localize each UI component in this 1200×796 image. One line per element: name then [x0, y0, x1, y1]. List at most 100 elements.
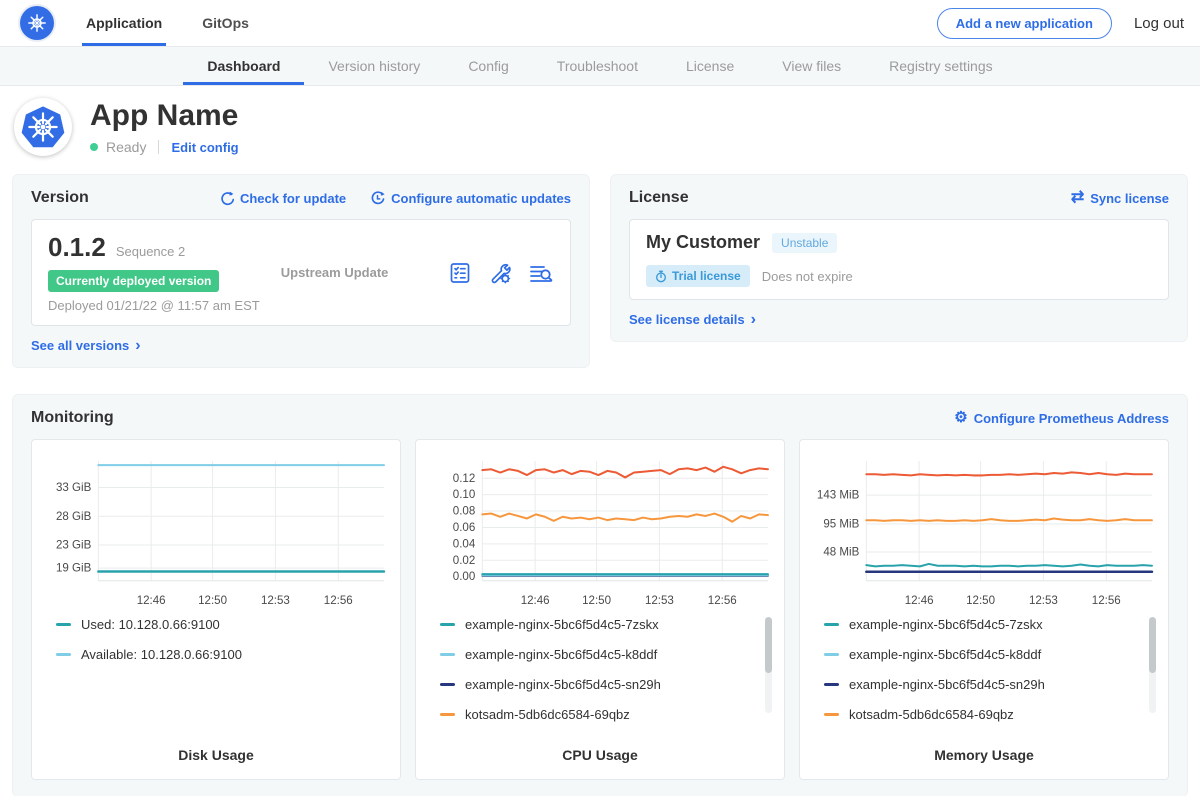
nav-tab-application[interactable]: Application — [82, 0, 166, 46]
legend-label: example-nginx-5bc6f5d4c5-k8ddf — [465, 647, 657, 662]
svg-text:12:50: 12:50 — [582, 595, 611, 607]
legend-color-dash — [440, 623, 455, 626]
svg-text:19 GiB: 19 GiB — [56, 563, 92, 575]
series-line — [866, 564, 1152, 566]
legend-color-dash — [824, 623, 839, 626]
legend-scrollbar-thumb[interactable] — [1149, 617, 1156, 673]
disk-usage-svg: 12:4612:5012:5312:5633 GiB28 GiB23 GiB19… — [40, 452, 392, 613]
cpu-usage-chart-card: 12:4612:5012:5312:560.120.100.080.060.04… — [415, 439, 785, 780]
stopwatch-icon — [655, 270, 667, 283]
legend-scrollbar-track[interactable] — [1149, 617, 1156, 713]
svg-text:0.02: 0.02 — [453, 555, 475, 567]
svg-text:12:53: 12:53 — [261, 595, 290, 607]
see-all-versions-row: See all versions › — [31, 338, 571, 353]
license-card-title: License — [629, 189, 689, 207]
svg-text:12:46: 12:46 — [905, 595, 934, 607]
preflight-checks-icon[interactable] — [448, 261, 472, 285]
app-header-text: App Name Ready Edit config — [90, 98, 239, 155]
memory-usage-legend: example-nginx-5bc6f5d4c5-7zskx example-ng… — [808, 613, 1160, 737]
kubernetes-logo-circle — [20, 6, 54, 40]
legend-label: example-nginx-5bc6f5d4c5-sn29h — [465, 677, 661, 692]
page-title: App Name — [90, 98, 239, 134]
legend-label: example-nginx-5bc6f5d4c5-7zskx — [465, 617, 659, 632]
tab-troubleshoot[interactable]: Troubleshoot — [533, 47, 662, 85]
legend-color-dash — [440, 683, 455, 686]
disk-usage-legend: Used: 10.128.0.66:9100 Available: 10.128.… — [40, 613, 392, 737]
logout-button[interactable]: Log out — [1134, 15, 1184, 32]
legend-item: kotsadm-5db6dc6584-69qbz — [824, 707, 1142, 722]
tab-view-files[interactable]: View files — [758, 47, 865, 85]
legend-scrollbar-track[interactable] — [765, 617, 772, 713]
cpu-usage-plot: 12:4612:5012:5312:560.120.100.080.060.04… — [424, 452, 776, 613]
legend-item: example-nginx-5bc6f5d4c5-sn29h — [440, 677, 758, 692]
legend-item: example-nginx-5bc6f5d4c5-7zskx — [824, 617, 1142, 632]
svg-text:12:46: 12:46 — [137, 595, 166, 607]
svg-text:95 MiB: 95 MiB — [823, 518, 859, 530]
configure-prometheus-label: Configure Prometheus Address — [974, 411, 1169, 426]
svg-text:0.12: 0.12 — [453, 473, 475, 485]
configure-prometheus-link[interactable]: ⚙ Configure Prometheus Address — [954, 411, 1169, 426]
edit-config-link[interactable]: Edit config — [171, 140, 238, 155]
kubernetes-logo[interactable] — [20, 0, 54, 46]
app-status-row: Ready Edit config — [90, 139, 239, 155]
trial-license-label: Trial license — [672, 269, 741, 283]
license-card: License ⇄ Sync license My Customer Unsta… — [610, 174, 1188, 342]
version-sequence: Sequence 2 — [116, 244, 185, 259]
tab-dashboard[interactable]: Dashboard — [183, 47, 304, 85]
svg-text:33 GiB: 33 GiB — [56, 482, 92, 494]
svg-text:0.04: 0.04 — [453, 538, 476, 550]
legend-color-dash — [824, 713, 839, 716]
nav-tab-gitops[interactable]: GitOps — [198, 0, 253, 46]
app-header: App Name Ready Edit config — [0, 86, 1200, 166]
version-card-title: Version — [31, 189, 89, 207]
version-card: Version Check for update — [12, 174, 590, 368]
configure-automatic-updates-link[interactable]: Configure automatic updates — [370, 191, 571, 206]
license-panel: My Customer Unstable Trial license Does … — [629, 219, 1169, 300]
ready-status-label: Ready — [106, 139, 146, 155]
disk-usage-chart-title: Disk Usage — [40, 737, 392, 769]
svg-text:0.06: 0.06 — [453, 522, 475, 534]
legend-scrollbar-thumb[interactable] — [765, 617, 772, 673]
tab-version-history[interactable]: Version history — [304, 47, 444, 85]
svg-text:12:56: 12:56 — [1092, 595, 1121, 607]
legend-label: example-nginx-5bc6f5d4c5-7zskx — [849, 617, 1043, 632]
check-for-update-link[interactable]: Check for update — [219, 191, 346, 206]
svg-text:12:50: 12:50 — [966, 595, 995, 607]
legend-item: Available: 10.128.0.66:9100 — [56, 647, 374, 662]
gear-icon: ⚙ — [954, 411, 967, 425]
memory-usage-svg: 12:4612:5012:5312:56143 MiB95 MiB48 MiB — [808, 452, 1160, 613]
monitoring-title: Monitoring — [31, 409, 114, 427]
config-wrench-icon[interactable] — [488, 261, 512, 285]
svg-text:12:53: 12:53 — [1029, 595, 1058, 607]
add-application-button[interactable]: Add a new application — [937, 8, 1112, 39]
svg-text:28 GiB: 28 GiB — [56, 511, 92, 523]
see-license-details-link[interactable]: See license details › — [629, 312, 756, 327]
tab-license[interactable]: License — [662, 47, 758, 85]
top-header: Application GitOps Add a new application… — [0, 0, 1200, 46]
svg-text:48 MiB: 48 MiB — [823, 547, 859, 559]
legend-label: kotsadm-5db6dc6584-69qbz — [465, 707, 630, 722]
sync-license-link[interactable]: ⇄ Sync license — [1071, 191, 1169, 206]
tab-registry-settings[interactable]: Registry settings — [865, 47, 1016, 85]
current-version-panel: 0.1.2 Sequence 2 Currently deployed vers… — [31, 219, 571, 326]
see-all-versions-link[interactable]: See all versions › — [31, 338, 141, 353]
svg-text:0.00: 0.00 — [453, 571, 475, 583]
chevron-right-icon: › — [135, 341, 140, 351]
svg-text:23 GiB: 23 GiB — [56, 540, 92, 552]
legend-item: Used: 10.128.0.66:9100 — [56, 617, 374, 632]
clock-refresh-icon — [370, 191, 385, 206]
legend-item: example-nginx-5bc6f5d4c5-k8ddf — [824, 647, 1142, 662]
tab-config[interactable]: Config — [444, 47, 532, 85]
svg-text:12:56: 12:56 — [324, 595, 353, 607]
cpu-usage-chart-title: CPU Usage — [424, 737, 776, 769]
legend-label: example-nginx-5bc6f5d4c5-k8ddf — [849, 647, 1041, 662]
deploy-logs-icon[interactable] — [528, 261, 554, 285]
trial-license-badge: Trial license — [646, 265, 750, 287]
version-source-label: Upstream Update — [281, 265, 448, 280]
svg-text:12:56: 12:56 — [708, 595, 737, 607]
top-cards-row: Version Check for update — [12, 174, 1188, 368]
ready-status-dot — [90, 143, 98, 151]
version-action-icons — [448, 261, 554, 285]
legend-label: example-nginx-5bc6f5d4c5-sn29h — [849, 677, 1045, 692]
see-all-versions-label: See all versions — [31, 338, 129, 353]
